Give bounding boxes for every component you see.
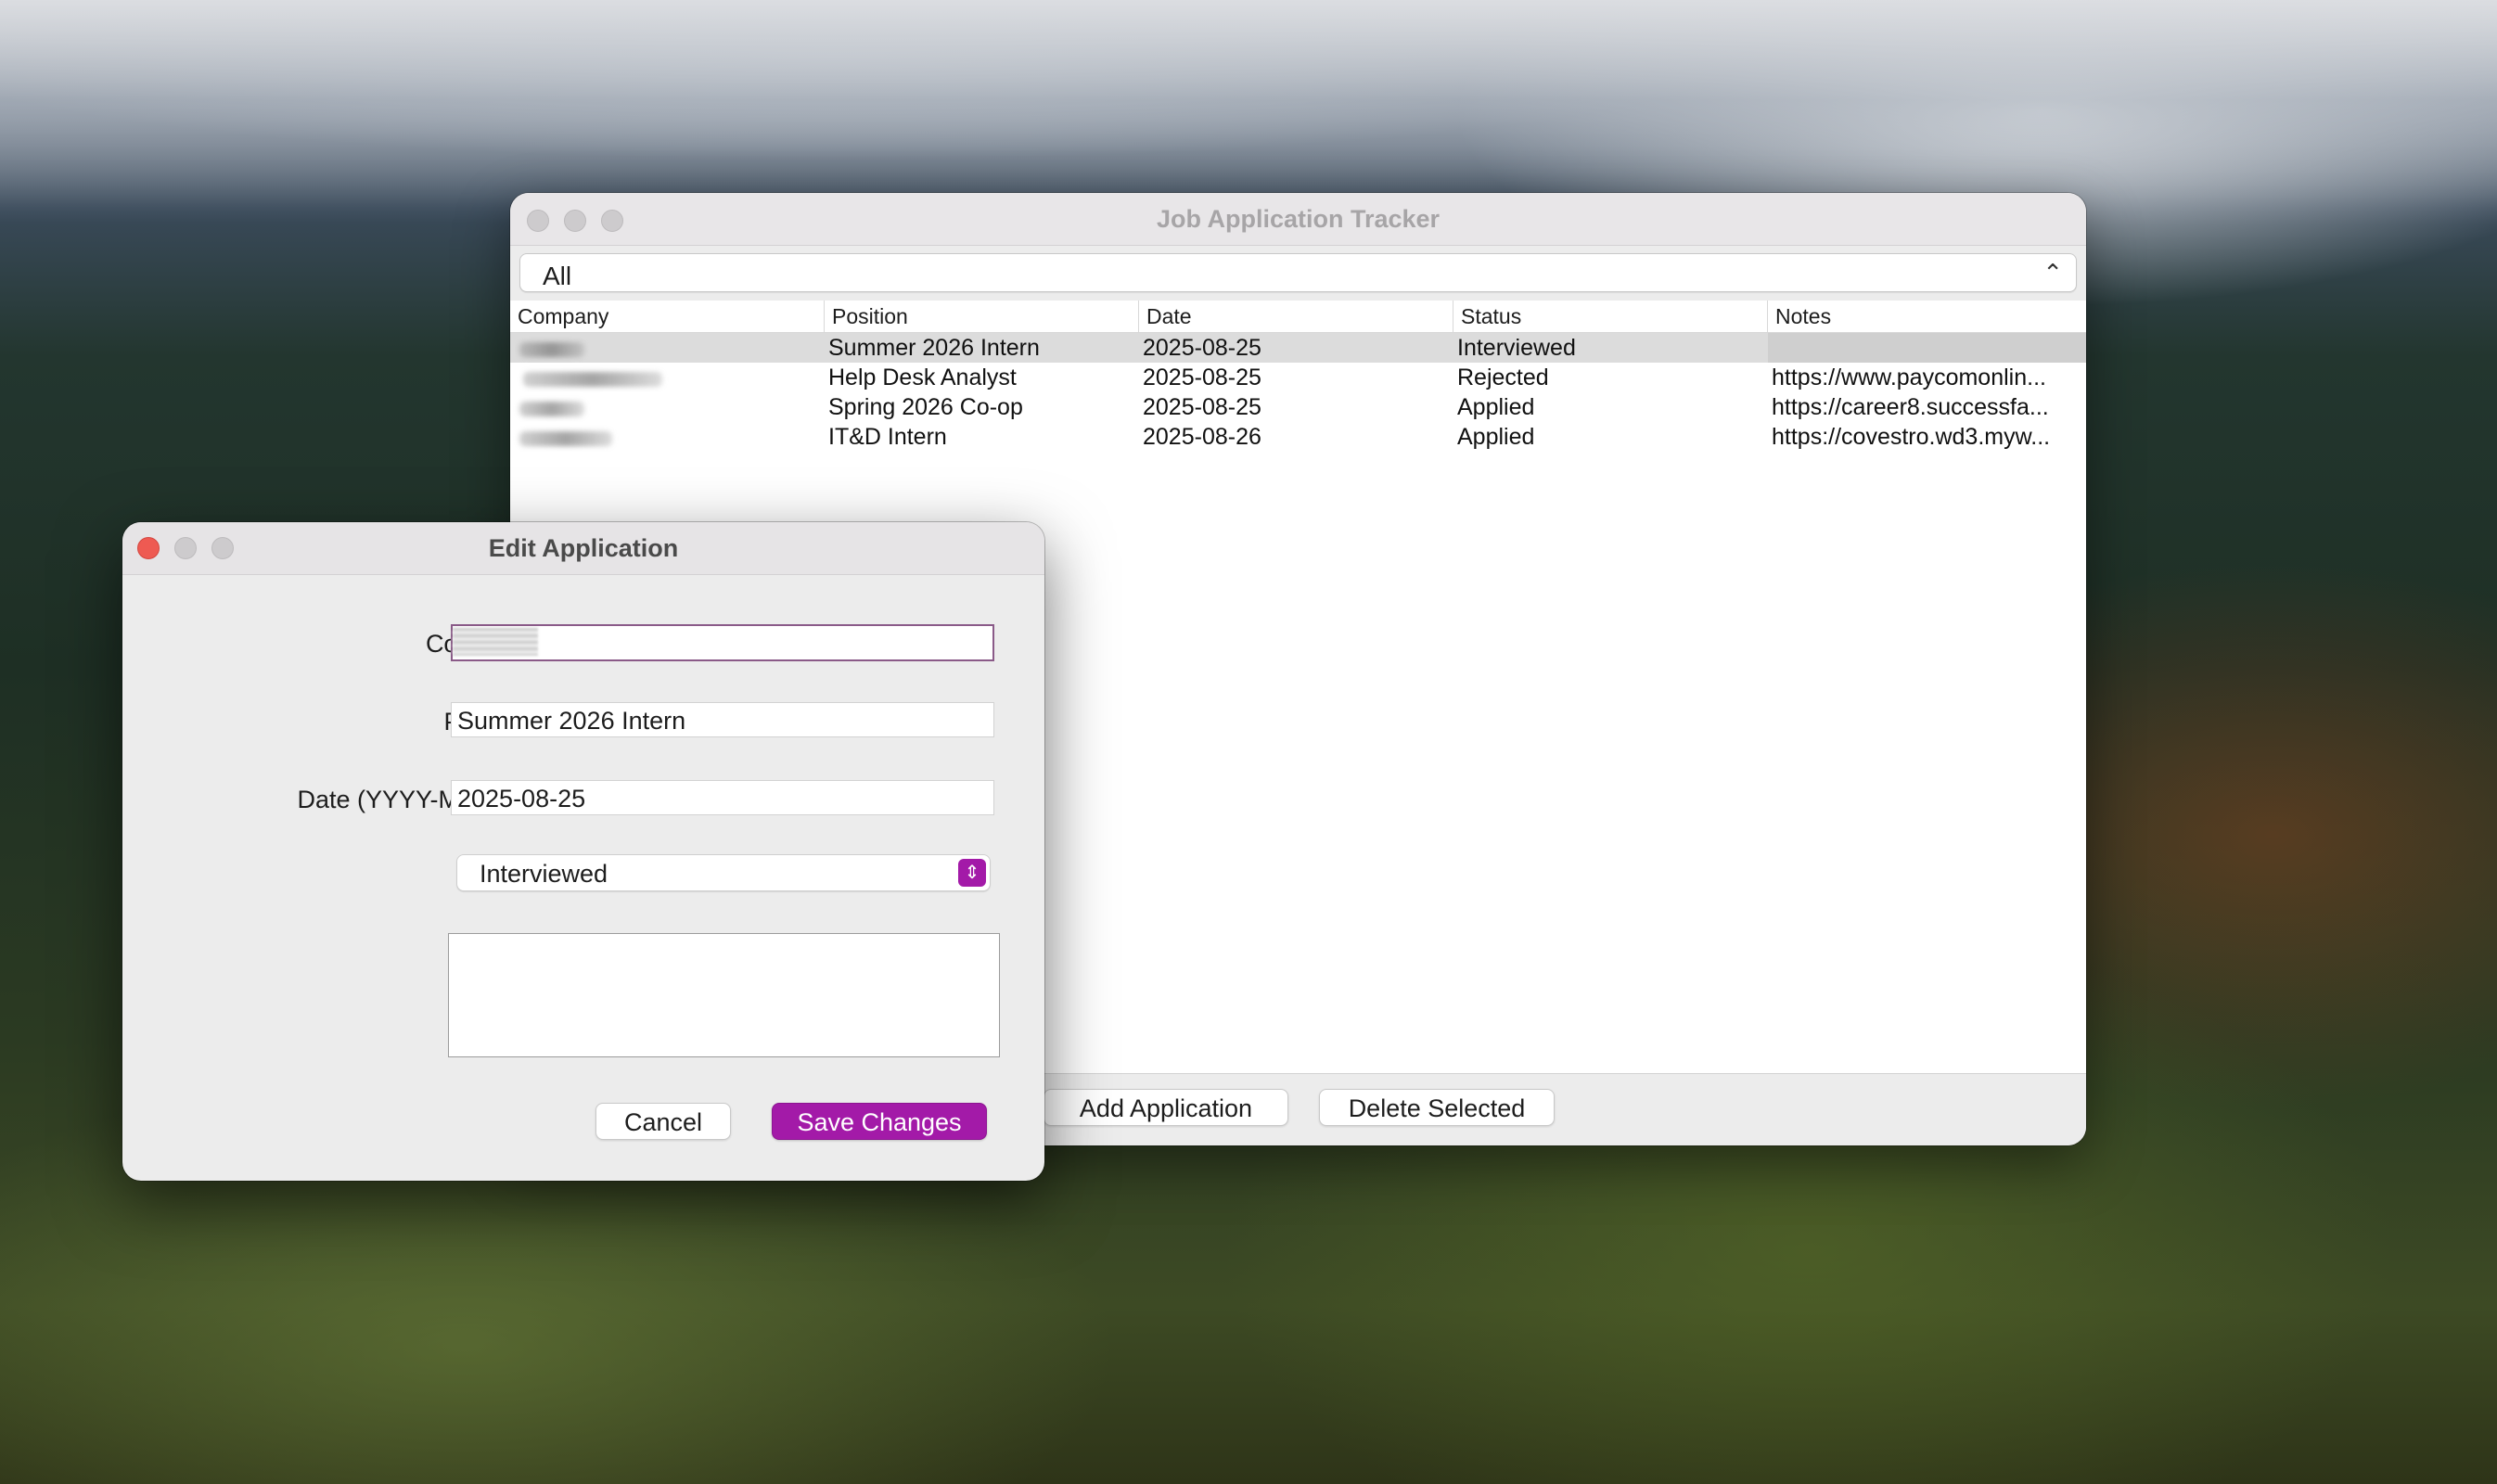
up-down-chevron-icon: ⌃ [2042, 259, 2063, 287]
column-header-date[interactable]: Date [1139, 301, 1453, 332]
cell-company [510, 392, 825, 422]
status-filter-select[interactable]: All ⌃ [519, 253, 2077, 292]
status-select[interactable]: Interviewed ⇕ [456, 854, 991, 891]
column-header-company[interactable]: Company [510, 301, 825, 332]
edit-application-dialog: Edit Application Company: Position: Summ… [122, 522, 1044, 1181]
cell-position: Spring 2026 Co-op [828, 394, 1023, 420]
delete-selected-button[interactable]: Delete Selected [1319, 1089, 1555, 1126]
cell-company [510, 363, 825, 392]
desktop-wallpaper [0, 0, 2497, 223]
column-header-notes[interactable]: Notes [1768, 301, 2086, 332]
minimize-button[interactable] [564, 210, 586, 232]
cell-notes: https://career8.successfa... [1772, 394, 2049, 420]
window-title: Job Application Tracker [1156, 204, 1441, 233]
column-header-position[interactable]: Position [825, 301, 1139, 332]
dialog-window-controls [137, 537, 234, 559]
cell-status: Rejected [1457, 365, 1549, 390]
save-changes-button[interactable]: Save Changes [772, 1103, 987, 1140]
date-field[interactable]: 2025-08-25 [451, 780, 994, 815]
position-field[interactable]: Summer 2026 Intern [451, 702, 994, 737]
redacted-company [519, 342, 584, 357]
cell-date: 2025-08-25 [1143, 365, 1261, 390]
add-application-button[interactable]: Add Application [1044, 1089, 1288, 1126]
cell-position: Summer 2026 Intern [828, 335, 1040, 361]
cell-position: IT&D Intern [828, 424, 947, 450]
status-selected-value: Interviewed [480, 860, 608, 888]
close-button[interactable] [527, 210, 549, 232]
redacted-company-value [453, 628, 538, 656]
cell-status: Applied [1457, 394, 1535, 420]
redacted-company [519, 431, 612, 446]
minimize-button[interactable] [174, 537, 197, 559]
cell-notes: https://www.paycomonlin... [1772, 365, 2046, 390]
filter-bar: All ⌃ [510, 246, 2086, 301]
cancel-button[interactable]: Cancel [595, 1103, 731, 1140]
cell-company [510, 422, 825, 452]
company-field[interactable] [451, 624, 994, 661]
up-down-chevron-icon: ⇕ [958, 859, 986, 887]
table-header: Company Position Date Status Notes [510, 301, 2086, 333]
cell-notes: https://covestro.wd3.myw... [1772, 424, 2051, 450]
table-row[interactable]: IT&D Intern 2025-08-26 Applied https://c… [510, 422, 2086, 452]
table-row[interactable]: Spring 2026 Co-op 2025-08-25 Applied htt… [510, 392, 2086, 422]
cell-date: 2025-08-26 [1143, 424, 1261, 450]
notes-textarea[interactable] [448, 933, 1000, 1057]
table-row[interactable]: Help Desk Analyst 2025-08-25 Rejected ht… [510, 363, 2086, 392]
table-row[interactable]: Summer 2026 Intern 2025-08-25 Interviewe… [510, 333, 2086, 363]
close-button[interactable] [137, 537, 160, 559]
cell-date: 2025-08-25 [1143, 335, 1261, 361]
cell-status: Applied [1457, 424, 1535, 450]
cell-company [510, 333, 825, 363]
cell-date: 2025-08-25 [1143, 394, 1261, 420]
redacted-company [523, 372, 662, 387]
dialog-titlebar: Edit Application [122, 522, 1044, 575]
main-titlebar: Job Application Tracker [510, 193, 2086, 246]
redacted-company [519, 402, 584, 416]
window-controls [527, 210, 623, 232]
dialog-title: Edit Application [488, 533, 679, 562]
filter-selected-value: All [543, 262, 572, 290]
cell-notes [1768, 333, 2086, 363]
zoom-button[interactable] [601, 210, 623, 232]
cell-status: Interviewed [1457, 335, 1576, 361]
column-header-status[interactable]: Status [1453, 301, 1768, 332]
zoom-button[interactable] [211, 537, 234, 559]
cell-position: Help Desk Analyst [828, 365, 1017, 390]
